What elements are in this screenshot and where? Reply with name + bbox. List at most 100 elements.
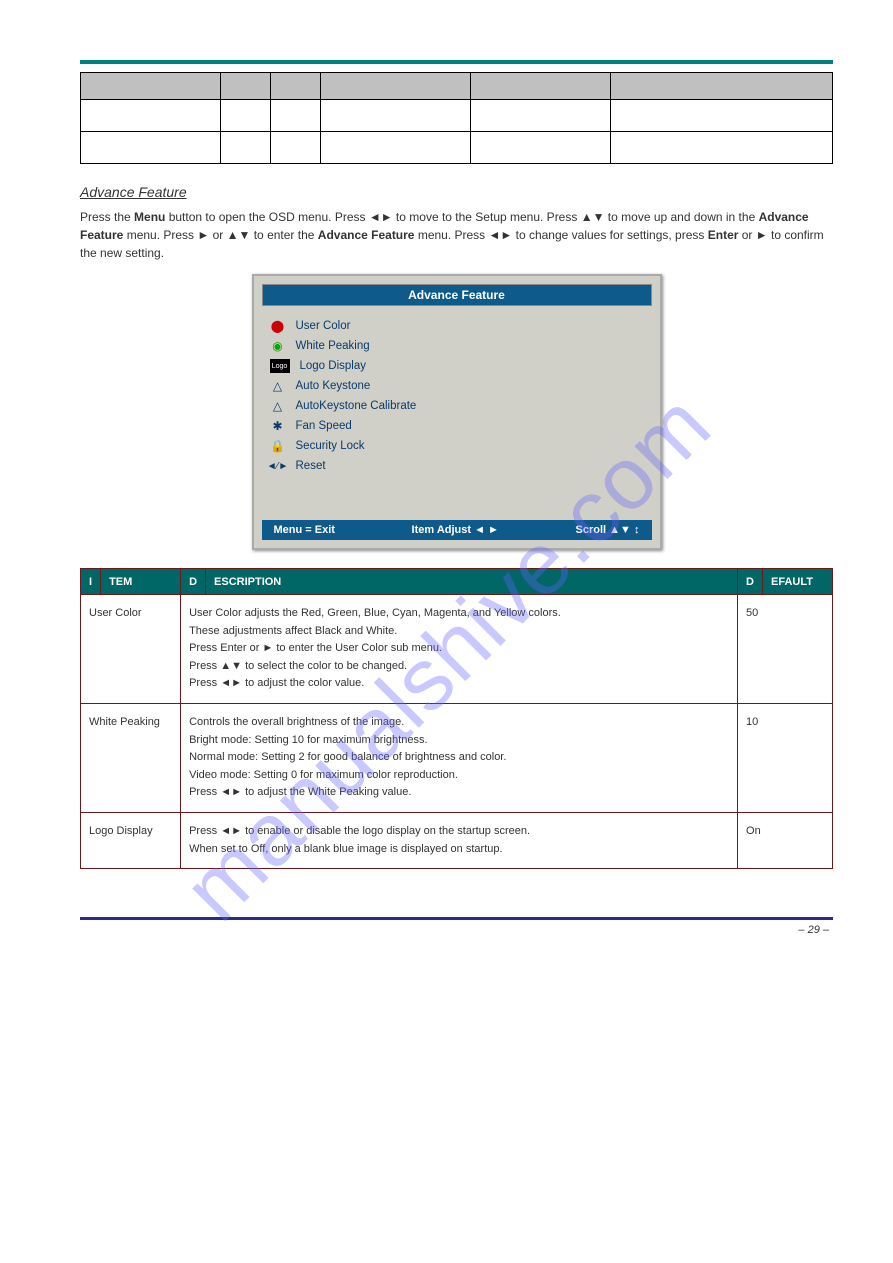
rgb-icon: ⬤ bbox=[270, 319, 286, 333]
th-item: TEM bbox=[101, 569, 181, 595]
desc-cell: Press ◄► to enable or disable the logo d… bbox=[181, 812, 738, 868]
th bbox=[81, 73, 221, 100]
section-title: Advance Feature bbox=[80, 184, 833, 200]
osd-item-fan-speed[interactable]: ✱ Fan Speed bbox=[270, 416, 644, 436]
osd-footer-middle: Item Adjust ◄ ► bbox=[412, 524, 499, 536]
osd-item-security-lock[interactable]: 🔒 Security Lock bbox=[270, 436, 644, 456]
logo-icon: Logo bbox=[270, 359, 290, 373]
text: or bbox=[738, 228, 755, 242]
cell bbox=[471, 100, 611, 132]
top-rule bbox=[80, 60, 833, 64]
text: to move up and down in the bbox=[604, 210, 758, 224]
osd-item-label: Reset bbox=[296, 460, 326, 472]
osd-title: Advance Feature bbox=[262, 284, 652, 306]
text: to enter the bbox=[250, 228, 317, 242]
osd-footer-right: Scroll ▲▼ ↕ bbox=[576, 524, 640, 536]
default-cell: 50 bbox=[738, 595, 833, 704]
default-cell: On bbox=[738, 812, 833, 868]
cell bbox=[321, 132, 471, 164]
item-cell: Logo Display bbox=[81, 812, 181, 868]
desc-line: Video mode: Setting 0 for maximum color … bbox=[189, 767, 729, 785]
cell bbox=[221, 100, 271, 132]
text-bold: Enter bbox=[708, 228, 739, 242]
desc-cell: User Color adjusts the Red, Green, Blue,… bbox=[181, 595, 738, 704]
text: Press the bbox=[80, 210, 134, 224]
reset-icon: ◄⁄► bbox=[270, 459, 286, 473]
cell bbox=[321, 100, 471, 132]
osd-item-white-peaking[interactable]: ◉ White Peaking bbox=[270, 336, 644, 356]
th bbox=[611, 73, 833, 100]
cell bbox=[611, 132, 833, 164]
osd-item-label: Auto Keystone bbox=[296, 380, 371, 392]
text: or bbox=[209, 228, 226, 242]
document-page: Advance Feature Press the Menu button to… bbox=[0, 0, 893, 966]
page-number: – 29 – bbox=[80, 924, 833, 936]
text: to change values for settings, press bbox=[512, 228, 707, 242]
osd-item-reset[interactable]: ◄⁄► Reset bbox=[270, 456, 644, 476]
desc-line: Press ◄► to enable or disable the logo d… bbox=[189, 823, 729, 841]
cell bbox=[81, 132, 221, 164]
th bbox=[271, 73, 321, 100]
desc-cell: Controls the overall brightness of the i… bbox=[181, 703, 738, 812]
osd-footer: Menu = Exit Item Adjust ◄ ► Scroll ▲▼ ↕ bbox=[262, 520, 652, 540]
desc-line: Press ◄► to adjust the White Peaking val… bbox=[189, 784, 729, 802]
top-summary-table bbox=[80, 72, 833, 164]
circle-icon: ◉ bbox=[270, 339, 286, 353]
th bbox=[471, 73, 611, 100]
text-bold: Menu bbox=[134, 210, 165, 224]
desc-line: User Color adjusts the Red, Green, Blue,… bbox=[189, 605, 729, 623]
th-desc-cap: D bbox=[181, 569, 206, 595]
instructions: Press the Menu button to open the OSD me… bbox=[80, 208, 833, 262]
table-row: White Peaking Controls the overall brigh… bbox=[81, 703, 833, 812]
cell bbox=[81, 100, 221, 132]
th-def-cap: D bbox=[738, 569, 763, 595]
default-cell: 10 bbox=[738, 703, 833, 812]
text: to move to the Setup menu. Press bbox=[393, 210, 581, 224]
osd-footer-left: Menu = Exit bbox=[274, 524, 335, 536]
cell bbox=[471, 132, 611, 164]
fan-icon: ✱ bbox=[270, 419, 286, 433]
desc-line: Bright mode: Setting 10 for maximum brig… bbox=[189, 732, 729, 750]
arrows-ud-icon: ▲▼ bbox=[581, 210, 605, 224]
text: button to open the OSD menu. Press bbox=[165, 210, 368, 224]
desc-line: Press Enter or ► to enter the User Color… bbox=[189, 640, 729, 658]
osd-panel: Advance Feature ⬤ User Color ◉ White Pea… bbox=[252, 274, 662, 550]
osd-items: ⬤ User Color ◉ White Peaking Logo Logo D… bbox=[254, 312, 660, 516]
osd-item-label: White Peaking bbox=[296, 340, 370, 352]
desc-line: Normal mode: Setting 2 for good balance … bbox=[189, 749, 729, 767]
arrows-lr-icon: ◄► bbox=[489, 228, 513, 242]
keystone-icon: △ bbox=[270, 379, 286, 393]
th-item-cap: I bbox=[81, 569, 101, 595]
footer-rule bbox=[80, 917, 833, 920]
desc-line: Press ◄► to adjust the color value. bbox=[189, 675, 729, 693]
cell bbox=[221, 132, 271, 164]
desc-line: Press ▲▼ to select the color to be chang… bbox=[189, 658, 729, 676]
osd-item-autokeystone-calibrate[interactable]: △ AutoKeystone Calibrate bbox=[270, 396, 644, 416]
text: menu. Press bbox=[414, 228, 488, 242]
text-bold: Advance Feature bbox=[318, 228, 415, 242]
osd-item-label: AutoKeystone Calibrate bbox=[296, 400, 417, 412]
desc-line: Controls the overall brightness of the i… bbox=[189, 714, 729, 732]
osd-item-label: Fan Speed bbox=[296, 420, 352, 432]
th bbox=[221, 73, 271, 100]
osd-item-user-color[interactable]: ⬤ User Color bbox=[270, 316, 644, 336]
table-row: Logo Display Press ◄► to enable or disab… bbox=[81, 812, 833, 868]
osd-item-logo-display[interactable]: Logo Logo Display bbox=[270, 356, 644, 376]
cell bbox=[271, 100, 321, 132]
arrows-ud-icon: ▲▼ bbox=[227, 228, 251, 242]
cell bbox=[271, 132, 321, 164]
osd-item-auto-keystone[interactable]: △ Auto Keystone bbox=[270, 376, 644, 396]
th-desc: ESCRIPTION bbox=[206, 569, 738, 595]
desc-line: When set to Off, only a blank blue image… bbox=[189, 841, 729, 859]
th-default: EFAULT bbox=[763, 569, 833, 595]
keystone-icon: △ bbox=[270, 399, 286, 413]
arrow-r-icon: ► bbox=[756, 228, 768, 242]
text: menu. Press bbox=[123, 228, 197, 242]
item-cell: White Peaking bbox=[81, 703, 181, 812]
arrows-lr-icon: ◄► bbox=[369, 210, 393, 224]
th bbox=[321, 73, 471, 100]
osd-item-label: Security Lock bbox=[296, 440, 365, 452]
description-table: I TEM D ESCRIPTION D EFAULT User Color U… bbox=[80, 568, 833, 869]
osd-item-label: Logo Display bbox=[300, 360, 366, 372]
item-cell: User Color bbox=[81, 595, 181, 704]
